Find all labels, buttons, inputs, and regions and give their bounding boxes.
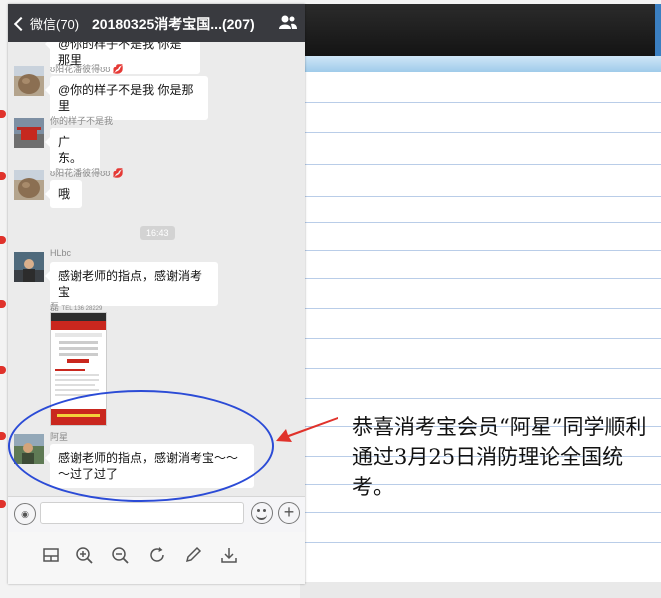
notification-dot (0, 300, 6, 308)
highlight-ellipse (8, 390, 274, 502)
avatar[interactable] (14, 66, 44, 96)
back-button[interactable]: 微信(70) (12, 14, 79, 33)
notification-dot (0, 500, 6, 508)
lips-emoji-icon: 💋 (112, 168, 125, 178)
background-toolbar-strip (300, 56, 661, 73)
back-label: 微信(70) (30, 17, 80, 32)
annotation-arrow (276, 417, 338, 442)
chevron-left-icon (13, 16, 29, 31)
download-icon[interactable] (220, 546, 238, 564)
sender-name: ʊ阳花潘彼得ʊʊ 💋 (50, 64, 125, 74)
chat-title: 20180325消考宝国...(207) (92, 16, 255, 32)
edit-pen-icon[interactable] (184, 546, 202, 564)
thumbnail-icon[interactable] (42, 546, 60, 564)
zoom-out-icon[interactable] (111, 546, 129, 564)
sender-name: ʊ阳花潘彼得ʊʊ 💋 (50, 168, 125, 178)
notification-dot (0, 110, 6, 118)
sender-name: HLbc (50, 248, 72, 258)
notification-dot (0, 366, 6, 374)
message-bubble[interactable]: 哦 (45, 180, 82, 208)
emoji-icon[interactable] (251, 502, 273, 524)
background-footer (300, 582, 661, 598)
voice-icon[interactable]: ◉ (14, 503, 36, 525)
zoom-in-icon[interactable] (75, 546, 93, 564)
chat-nav-bar: 微信(70) 20180325消考宝国...(207) (8, 4, 305, 42)
group-people-icon[interactable] (279, 14, 297, 30)
background-page (300, 72, 661, 582)
message-input[interactable] (40, 502, 244, 524)
sender-name: 你的样子不是我 (50, 116, 114, 126)
lips-emoji-icon: 💋 (112, 64, 125, 74)
time-stamp: 16:43 (140, 226, 175, 240)
background-header-bar (300, 4, 661, 56)
avatar[interactable] (14, 170, 44, 200)
rotate-icon[interactable] (148, 546, 166, 564)
annotation-caption: 恭喜消考宝会员“阿星”同学顺利通过3月25日消防理论全国统考。 (352, 415, 647, 499)
image-viewer-toolbar (8, 532, 305, 584)
notification-dot (0, 172, 6, 180)
avatar[interactable] (14, 252, 44, 282)
plus-icon[interactable]: + (278, 502, 300, 524)
notification-dot (0, 236, 6, 244)
avatar[interactable] (14, 118, 44, 148)
notification-dot (0, 432, 6, 440)
